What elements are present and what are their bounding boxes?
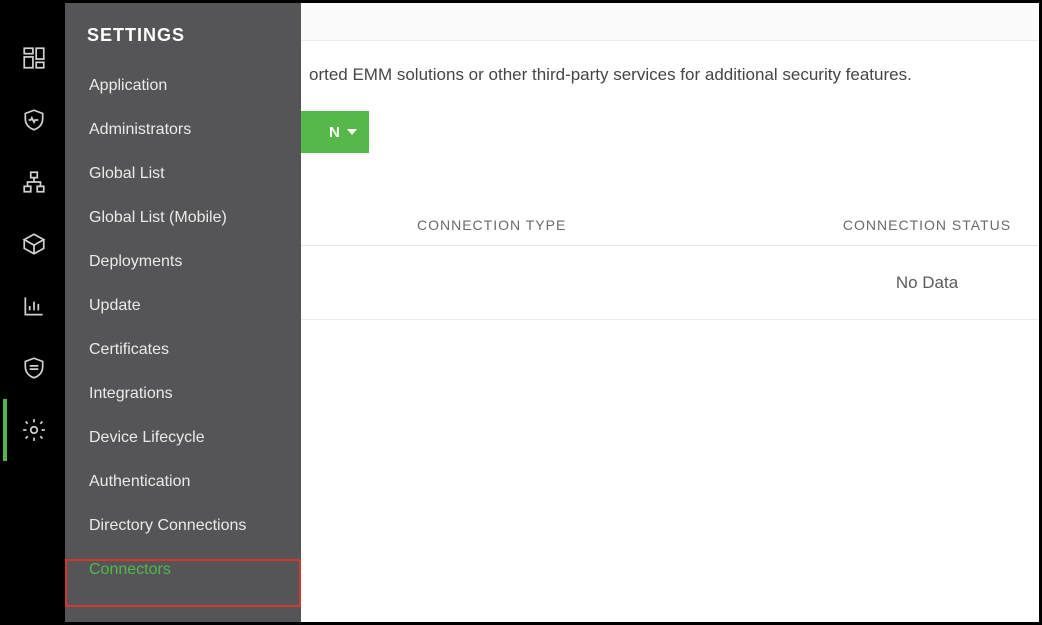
nav-protection[interactable] xyxy=(3,89,65,151)
settings-item-global-list-mobile[interactable]: Global List (Mobile) xyxy=(65,196,301,240)
settings-item-connectors[interactable]: Connectors xyxy=(65,548,301,592)
connections-table: CONNECTION TYPE CONNECTION STATUS No Dat… xyxy=(301,205,1039,320)
settings-title: SETTINGS xyxy=(65,19,301,64)
settings-item-integrations[interactable]: Integrations xyxy=(65,372,301,416)
settings-item-administrators[interactable]: Administrators xyxy=(65,108,301,152)
settings-item-directory-connections[interactable]: Directory Connections xyxy=(65,504,301,548)
nav-dashboard[interactable] xyxy=(3,27,65,89)
nav-packages[interactable] xyxy=(3,213,65,275)
grid-icon xyxy=(21,45,47,71)
gear-icon xyxy=(21,417,47,443)
shield-pulse-icon xyxy=(21,107,47,133)
shield-list-icon xyxy=(21,355,47,381)
add-connection-button[interactable]: N xyxy=(301,111,369,153)
nav-reports[interactable] xyxy=(3,275,65,337)
no-data-label: No Data xyxy=(825,273,1039,293)
settings-item-certificates[interactable]: Certificates xyxy=(65,328,301,372)
settings-item-deployments[interactable]: Deployments xyxy=(65,240,301,284)
settings-item-authentication[interactable]: Authentication xyxy=(65,460,301,504)
table-header-row: CONNECTION TYPE CONNECTION STATUS xyxy=(301,205,1039,246)
settings-item-update[interactable]: Update xyxy=(65,284,301,328)
column-header-connection-status[interactable]: CONNECTION STATUS xyxy=(825,217,1039,233)
nav-policies[interactable] xyxy=(3,337,65,399)
content-header-strip xyxy=(301,3,1039,41)
nav-icon-rail xyxy=(3,3,65,622)
add-connection-label: N xyxy=(329,124,341,141)
settings-item-application[interactable]: Application xyxy=(65,64,301,108)
nav-network[interactable] xyxy=(3,151,65,213)
table-row-empty: No Data xyxy=(301,246,1039,320)
chevron-down-icon xyxy=(347,129,357,135)
settings-item-global-list[interactable]: Global List xyxy=(65,152,301,196)
nav-settings[interactable] xyxy=(3,399,65,461)
settings-item-device-lifecycle[interactable]: Device Lifecycle xyxy=(65,416,301,460)
page-description: orted EMM solutions or other third-party… xyxy=(301,41,1039,111)
settings-flyout: SETTINGS Application Administrators Glob… xyxy=(65,3,301,622)
main-content: orted EMM solutions or other third-party… xyxy=(301,3,1039,622)
box-icon xyxy=(21,231,47,257)
column-header-connection-type[interactable]: CONNECTION TYPE xyxy=(301,217,825,233)
tree-icon xyxy=(21,169,47,195)
bar-chart-icon xyxy=(21,293,47,319)
